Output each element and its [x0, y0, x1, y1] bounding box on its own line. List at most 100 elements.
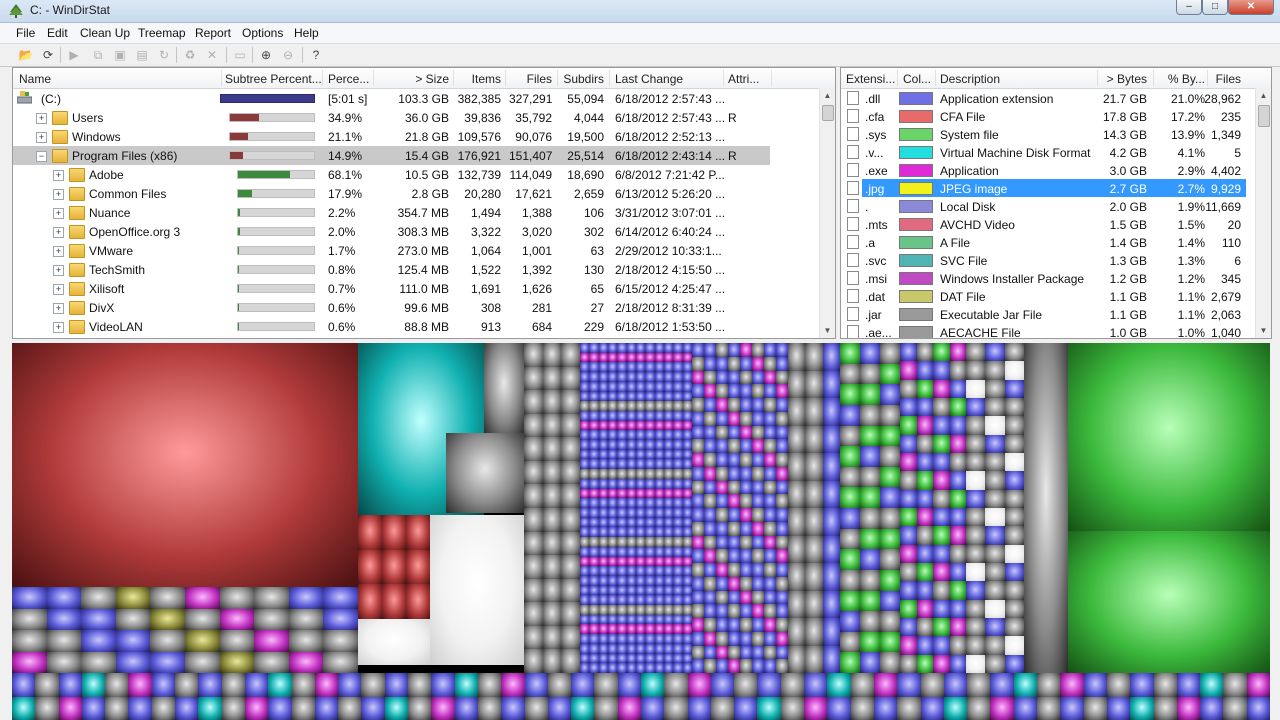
- treemap-tile-sys[interactable]: [1068, 531, 1270, 673]
- treemap-tile[interactable]: [916, 398, 933, 417]
- treemap-tile[interactable]: [764, 631, 776, 646]
- treemap-tile[interactable]: [664, 653, 674, 664]
- treemap-tile[interactable]: [764, 356, 776, 371]
- treemap-tile[interactable]: [740, 480, 752, 495]
- treemap-tile[interactable]: [580, 614, 590, 625]
- treemap-tile[interactable]: [598, 372, 608, 382]
- treemap-tile[interactable]: [664, 498, 674, 508]
- treemap-tile[interactable]: [900, 544, 917, 563]
- treemap-tile[interactable]: [654, 585, 664, 596]
- treemap-tile[interactable]: [728, 576, 740, 591]
- treemap-tile[interactable]: [682, 343, 692, 353]
- treemap-tile[interactable]: [764, 398, 776, 412]
- treemap-tile[interactable]: [933, 544, 950, 563]
- treemap-tile[interactable]: [589, 643, 599, 654]
- treemap-tile[interactable]: [542, 602, 562, 626]
- menu-report[interactable]: Report: [195, 26, 231, 40]
- treemap-tile[interactable]: [1060, 696, 1084, 720]
- treemap-tile[interactable]: [1176, 673, 1201, 697]
- treemap-tile[interactable]: [682, 585, 692, 596]
- treemap-tile[interactable]: [682, 643, 692, 654]
- treemap-tile[interactable]: [716, 549, 728, 563]
- treemap-tile[interactable]: [682, 624, 692, 635]
- treemap-tile[interactable]: [654, 440, 664, 450]
- treemap-tile[interactable]: [589, 653, 599, 664]
- treemap-tile[interactable]: [645, 362, 655, 373]
- treemap-tile[interactable]: [150, 651, 185, 673]
- treemap-tile[interactable]: [542, 437, 562, 461]
- treemap-tile[interactable]: [664, 585, 674, 596]
- extension-row[interactable]: .a A File 1.4 GB 1.4% 110: [841, 233, 1271, 251]
- treemap-tile[interactable]: [608, 469, 618, 479]
- treemap-tile[interactable]: [764, 370, 776, 385]
- treemap-tile[interactable]: [716, 356, 728, 371]
- treemap-tile[interactable]: [589, 410, 599, 421]
- treemap-tile[interactable]: [752, 508, 764, 522]
- treemap-tile[interactable]: [860, 652, 880, 673]
- treemap-tile[interactable]: [682, 537, 692, 547]
- treemap-tile[interactable]: [716, 466, 728, 481]
- treemap-tile[interactable]: [571, 673, 595, 697]
- treemap-tile[interactable]: [776, 645, 788, 660]
- treemap-tile[interactable]: [740, 398, 752, 412]
- treemap-tile[interactable]: [716, 604, 728, 618]
- treemap-tile[interactable]: [840, 569, 860, 591]
- treemap-tile[interactable]: [916, 489, 933, 508]
- extension-row[interactable]: .cfa CFA File 17.8 GB 17.2% 235: [841, 107, 1271, 125]
- treemap-tile[interactable]: [776, 521, 788, 536]
- treemap-tile[interactable]: [728, 466, 740, 481]
- treemap-tile[interactable]: [776, 480, 788, 495]
- treemap-tile[interactable]: [608, 643, 618, 654]
- treemap-tile[interactable]: [244, 696, 269, 720]
- treemap-tile[interactable]: [966, 471, 986, 490]
- treemap-tile[interactable]: [626, 391, 636, 402]
- treemap-tile[interactable]: [608, 634, 618, 644]
- table-row[interactable]: + VideoLAN 0.6% 88.8 MB 913 684 229 6/18/2012 1…: [13, 317, 835, 336]
- treemap-tile[interactable]: [288, 651, 324, 673]
- treemap-tile[interactable]: [716, 535, 728, 550]
- treemap-tile[interactable]: [524, 555, 543, 579]
- treemap-tile[interactable]: [880, 343, 900, 364]
- treemap-tile[interactable]: [12, 587, 47, 609]
- treemap-tile[interactable]: [880, 652, 900, 673]
- treemap-tile[interactable]: [916, 453, 933, 472]
- table-row[interactable]: + Xilisoft 0.7% 111.0 MB 1,691 1,626 65 6/15/20…: [13, 279, 835, 298]
- treemap-tile[interactable]: [740, 618, 752, 632]
- treemap-tile[interactable]: [985, 618, 1005, 637]
- treemap-tile[interactable]: [636, 420, 646, 431]
- treemap-tile[interactable]: [645, 478, 655, 489]
- treemap-tile[interactable]: [966, 636, 986, 655]
- treemap-tile[interactable]: [673, 391, 683, 402]
- treemap-tile[interactable]: [617, 343, 627, 353]
- treemap-tile[interactable]: [692, 370, 704, 385]
- treemap-tile[interactable]: [850, 673, 874, 697]
- menu-file[interactable]: File: [16, 26, 35, 40]
- treemap-tile[interactable]: [636, 663, 646, 673]
- treemap-tile[interactable]: [673, 430, 683, 441]
- treemap-tile[interactable]: [752, 590, 764, 605]
- treemap-tile[interactable]: [916, 581, 933, 600]
- treemap-tile[interactable]: [645, 537, 655, 547]
- treemap-tile[interactable]: [673, 343, 683, 353]
- treemap-tile[interactable]: [636, 624, 646, 635]
- treemap-tile[interactable]: [873, 673, 898, 697]
- treemap-tile[interactable]: [185, 608, 220, 630]
- treemap-tile[interactable]: [673, 643, 683, 654]
- expand-icon[interactable]: +: [53, 284, 64, 295]
- treemap-tile[interactable]: [617, 372, 627, 382]
- treemap-tile[interactable]: [880, 384, 900, 405]
- treemap-tile[interactable]: [454, 696, 478, 720]
- treemap-tile[interactable]: [880, 569, 900, 591]
- treemap-tile[interactable]: [654, 391, 664, 402]
- treemap-tile[interactable]: [860, 363, 880, 385]
- treemap-tile[interactable]: [682, 459, 692, 470]
- treemap-tile[interactable]: [151, 673, 176, 697]
- treemap-tile[interactable]: [740, 645, 752, 660]
- treemap-tile[interactable]: [608, 653, 618, 664]
- treemap-tile[interactable]: [636, 566, 646, 576]
- treemap-tile[interactable]: [704, 659, 716, 673]
- treemap-tile[interactable]: [81, 673, 106, 697]
- treemap-tile[interactable]: [740, 521, 752, 536]
- treemap-tile[interactable]: [985, 526, 1005, 545]
- treemap-tile[interactable]: [716, 494, 728, 508]
